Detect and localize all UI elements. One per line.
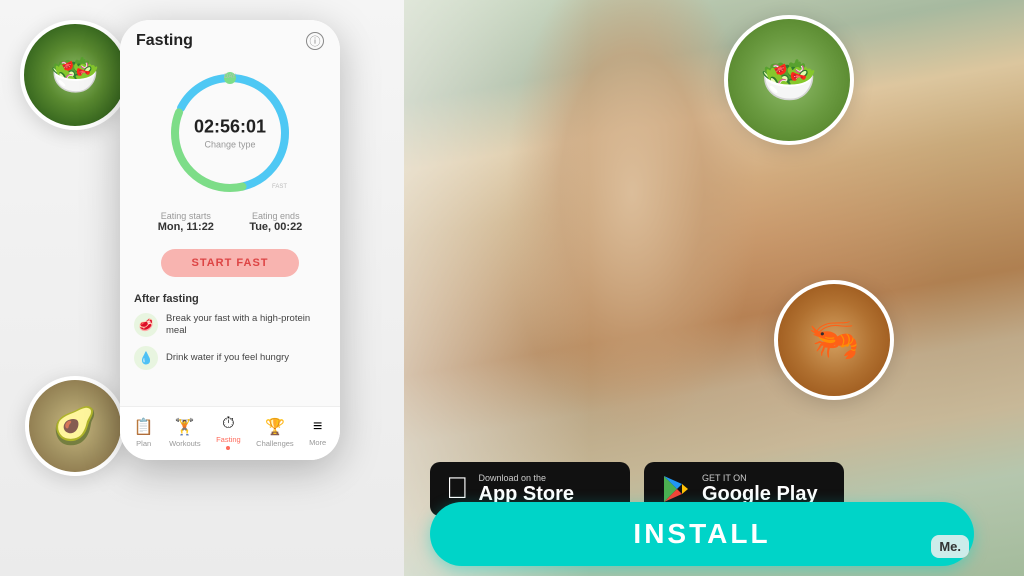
eating-info: Eating starts Mon, 11:22 Eating ends Tue…: [120, 203, 340, 241]
tip-icon-2: 💧: [134, 346, 158, 370]
plan-icon: 📋: [134, 417, 154, 437]
phone-app-title: Fasting: [136, 32, 193, 50]
nav-plan[interactable]: 📋 Plan: [134, 417, 154, 448]
install-button-wrapper: INSTALL: [430, 502, 974, 566]
nav-more[interactable]: ≡ More: [309, 418, 326, 447]
food-circle-shrimp: [774, 280, 894, 400]
nav-challenges[interactable]: 🏆 Challenges: [256, 417, 294, 448]
eating-ends-value: Tue, 00:22: [249, 221, 302, 233]
workouts-label: Workouts: [169, 439, 201, 448]
more-icon: ≡: [313, 418, 322, 436]
phone-mockup: Fasting ⓘ 02:56:01: [120, 20, 340, 460]
after-fasting-section: After fasting 🥩 Break your fast with a h…: [120, 285, 340, 406]
challenges-icon: 🏆: [265, 417, 285, 437]
food-circle-avocado: [25, 376, 125, 476]
eating-starts-label: Eating starts: [158, 211, 214, 221]
fast-label: FAST: [272, 184, 287, 190]
eating-starts-value: Mon, 11:22: [158, 221, 214, 233]
tip-text-1: Break your fast with a high-protein meal: [166, 313, 326, 338]
after-fasting-title: After fasting: [134, 293, 326, 305]
more-label: More: [309, 438, 326, 447]
nav-fasting[interactable]: ⏱ Fasting: [216, 415, 241, 450]
eating-ends-label: Eating ends: [249, 211, 302, 221]
food-circle-pasta: [20, 20, 130, 130]
challenges-label: Challenges: [256, 439, 294, 448]
fasting-label: Fasting: [216, 435, 241, 444]
phone-bottom-nav: 📋 Plan 🏋 Workouts ⏱ Fasting 🏆 Challenges: [120, 406, 340, 460]
start-fast-button[interactable]: START FAST: [161, 249, 298, 277]
timer-circle: 02:56:01 Change type DAY FAST: [165, 68, 295, 198]
install-button[interactable]: INSTALL: [430, 502, 974, 566]
me-badge: Me.: [931, 535, 969, 558]
tip-icon-1: 🥩: [134, 313, 158, 337]
scene: Fasting ⓘ 02:56:01: [0, 0, 1024, 576]
info-icon[interactable]: ⓘ: [306, 32, 324, 50]
food-circle-salad: [724, 15, 854, 145]
tip-text-2: Drink water if you feel hungry: [166, 352, 289, 364]
fasting-active-indicator: [226, 446, 230, 450]
day-label: DAY: [224, 74, 236, 80]
workouts-icon: 🏋: [175, 417, 195, 437]
google-play-sub: GET IT ON: [702, 473, 818, 484]
nav-workouts[interactable]: 🏋 Workouts: [169, 417, 201, 448]
app-store-sub: Download on the: [479, 473, 575, 484]
tip-item-1: 🥩 Break your fast with a high-protein me…: [134, 313, 326, 338]
timer-display: 02:56:01: [194, 117, 266, 138]
plan-label: Plan: [136, 439, 151, 448]
change-type-label: Change type: [194, 140, 266, 150]
fasting-icon: ⏱: [222, 415, 234, 433]
google-play-icon: [660, 473, 692, 505]
apple-icon: : [446, 472, 469, 506]
tip-item-2: 💧 Drink water if you feel hungry: [134, 346, 326, 370]
